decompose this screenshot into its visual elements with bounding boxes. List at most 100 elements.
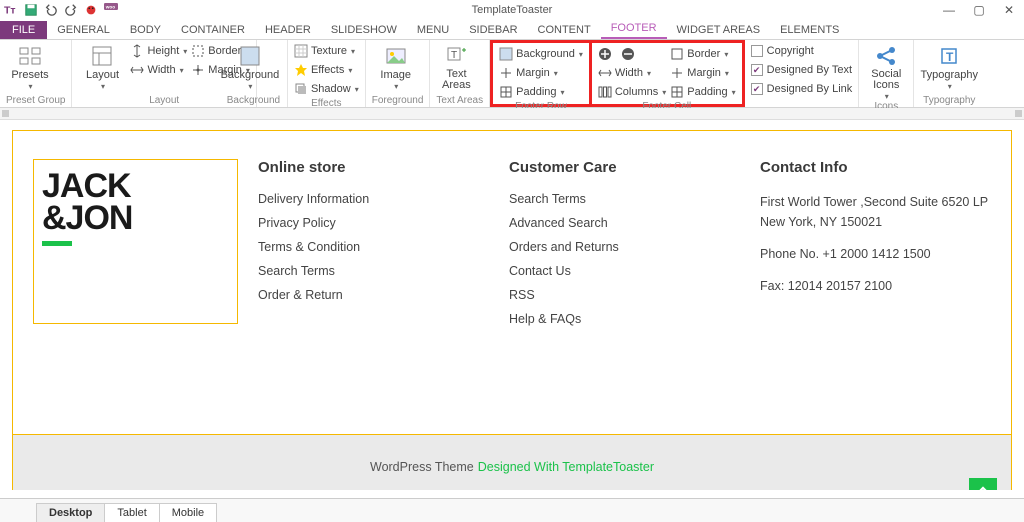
ruler bbox=[0, 108, 1024, 120]
save-icon[interactable] bbox=[24, 3, 38, 17]
bug-icon[interactable] bbox=[84, 3, 98, 17]
footer-link[interactable]: Terms & Condition bbox=[258, 240, 489, 254]
image-button[interactable]: Image▾ bbox=[372, 42, 420, 91]
footer-col-contact[interactable]: Contact Info First World Tower ,Second S… bbox=[760, 159, 991, 336]
texture-button[interactable]: Texture▾ bbox=[294, 42, 359, 60]
height-icon bbox=[130, 44, 144, 58]
scroll-top-button[interactable] bbox=[969, 478, 997, 490]
footer-link[interactable]: Advanced Search bbox=[509, 216, 740, 230]
tab-content[interactable]: CONTENT bbox=[528, 21, 601, 39]
effects-button[interactable]: Effects▾ bbox=[294, 61, 359, 79]
redo-icon[interactable] bbox=[64, 3, 78, 17]
width-icon bbox=[598, 66, 612, 80]
fc-add-remove[interactable] bbox=[598, 45, 666, 63]
group-social: Social Icons▾ Icons bbox=[859, 40, 914, 107]
view-tab-desktop[interactable]: Desktop bbox=[36, 503, 105, 522]
footer-section[interactable]: JACK &JON Online store Delivery Informat… bbox=[12, 130, 1012, 435]
group-text-areas: T Text Areas Text Areas bbox=[430, 40, 490, 107]
plus-icon bbox=[598, 47, 612, 61]
footer-link[interactable]: Search Terms bbox=[258, 264, 489, 278]
logo-line2: &JON bbox=[42, 199, 132, 237]
designed-text-checkbox[interactable]: ✔Designed By Text bbox=[751, 61, 853, 79]
layout-button[interactable]: Layout▾ bbox=[78, 42, 126, 91]
file-tab[interactable]: FILE bbox=[0, 21, 47, 39]
fc-margin-button[interactable]: Margin▾ bbox=[670, 64, 735, 82]
quick-access-toolbar: Tᴛ woo bbox=[0, 3, 118, 17]
background-icon bbox=[238, 44, 262, 68]
tab-sidebar[interactable]: SIDEBAR bbox=[459, 21, 527, 39]
tab-general[interactable]: GENERAL bbox=[47, 21, 120, 39]
social-icons-button[interactable]: Social Icons▾ bbox=[865, 42, 907, 101]
layout-icon bbox=[90, 44, 114, 68]
footer-logo-cell[interactable]: JACK &JON bbox=[33, 159, 238, 324]
footer-col-care[interactable]: Customer Care Search Terms Advanced Sear… bbox=[509, 159, 740, 336]
margin-icon bbox=[499, 66, 513, 80]
contact-phone: Phone No. +1 2000 1412 1500 bbox=[760, 244, 991, 264]
footer-link[interactable]: Delivery Information bbox=[258, 192, 489, 206]
credit-link[interactable]: Designed With TemplateToaster bbox=[478, 460, 654, 474]
text-areas-button[interactable]: T Text Areas bbox=[436, 42, 476, 91]
tab-body[interactable]: BODY bbox=[120, 21, 171, 39]
footer-link[interactable]: Contact Us bbox=[509, 264, 740, 278]
design-canvas[interactable]: JACK &JON Online store Delivery Informat… bbox=[0, 120, 1024, 490]
svg-text:woo: woo bbox=[105, 4, 115, 9]
footer-link[interactable]: RSS bbox=[509, 288, 740, 302]
view-tab-mobile[interactable]: Mobile bbox=[159, 503, 217, 522]
checkbox-icon: ✔ bbox=[751, 64, 763, 76]
logo-underline bbox=[42, 241, 72, 246]
contact-fax: Fax: 12014 20157 2100 bbox=[760, 276, 991, 296]
app-icon: Tᴛ bbox=[4, 3, 18, 17]
fr-margin-button[interactable]: Margin▾ bbox=[499, 64, 583, 82]
undo-icon[interactable] bbox=[44, 3, 58, 17]
image-icon bbox=[384, 44, 408, 68]
footer-link[interactable]: Orders and Returns bbox=[509, 240, 740, 254]
group-preset: Presets▾ Preset Group bbox=[0, 40, 72, 107]
minimize-button[interactable]: — bbox=[934, 3, 964, 17]
fc-width-button[interactable]: Width▾ bbox=[598, 64, 666, 82]
height-button[interactable]: Height▾ bbox=[130, 42, 187, 60]
view-tab-tablet[interactable]: Tablet bbox=[104, 503, 159, 522]
width-button[interactable]: Width▾ bbox=[130, 61, 187, 79]
typography-button[interactable]: T Typography▾ bbox=[920, 42, 978, 91]
woo-icon[interactable]: woo bbox=[104, 3, 118, 17]
typography-icon: T bbox=[937, 44, 961, 68]
fc-padding-button[interactable]: Padding▾ bbox=[670, 83, 735, 101]
margin-icon bbox=[670, 66, 684, 80]
copyright-checkbox[interactable]: Copyright bbox=[751, 42, 853, 60]
text-icon: T bbox=[444, 44, 468, 68]
presets-icon bbox=[18, 44, 42, 68]
minus-icon bbox=[621, 47, 635, 61]
group-label: Preset Group bbox=[6, 95, 65, 107]
tab-elements[interactable]: ELEMENTS bbox=[770, 21, 849, 39]
title-bar: Tᴛ woo TemplateToaster — ▢ ✕ bbox=[0, 0, 1024, 20]
tab-footer[interactable]: FOOTER bbox=[601, 19, 667, 39]
tab-container[interactable]: CONTAINER bbox=[171, 21, 255, 39]
padding-icon bbox=[499, 85, 513, 99]
credit-prefix: WordPress Theme bbox=[370, 460, 474, 474]
tab-header[interactable]: HEADER bbox=[255, 21, 321, 39]
footer-link[interactable]: Search Terms bbox=[509, 192, 740, 206]
fc-border-button[interactable]: Border▾ bbox=[670, 45, 735, 63]
maximize-button[interactable]: ▢ bbox=[964, 3, 994, 17]
designed-link-checkbox[interactable]: ✔Designed By Link bbox=[751, 80, 853, 98]
shadow-icon bbox=[294, 82, 308, 96]
footer-credit-row[interactable]: WordPress Theme Designed With TemplateTo… bbox=[12, 435, 1012, 490]
fr-padding-button[interactable]: Padding▾ bbox=[499, 83, 583, 101]
tab-menu[interactable]: MENU bbox=[407, 21, 459, 39]
svg-text:T: T bbox=[451, 50, 457, 61]
fc-columns-button[interactable]: Columns▾ bbox=[598, 83, 666, 101]
footer-link[interactable]: Privacy Policy bbox=[258, 216, 489, 230]
background-button[interactable]: Background▾ bbox=[226, 42, 274, 91]
tab-slideshow[interactable]: SLIDESHOW bbox=[321, 21, 407, 39]
tab-widget-areas[interactable]: WIDGET AREAS bbox=[667, 21, 771, 39]
col-title: Customer Care bbox=[509, 159, 740, 176]
presets-button[interactable]: Presets▾ bbox=[6, 42, 54, 91]
fr-background-button[interactable]: Background▾ bbox=[499, 45, 583, 63]
footer-col-store[interactable]: Online store Delivery Information Privac… bbox=[258, 159, 489, 336]
footer-link[interactable]: Help & FAQs bbox=[509, 312, 740, 326]
view-tabs: Desktop Tablet Mobile bbox=[0, 498, 1024, 522]
share-icon bbox=[874, 44, 898, 68]
close-button[interactable]: ✕ bbox=[994, 3, 1024, 17]
shadow-button[interactable]: Shadow▾ bbox=[294, 80, 359, 98]
footer-link[interactable]: Order & Return bbox=[258, 288, 489, 302]
